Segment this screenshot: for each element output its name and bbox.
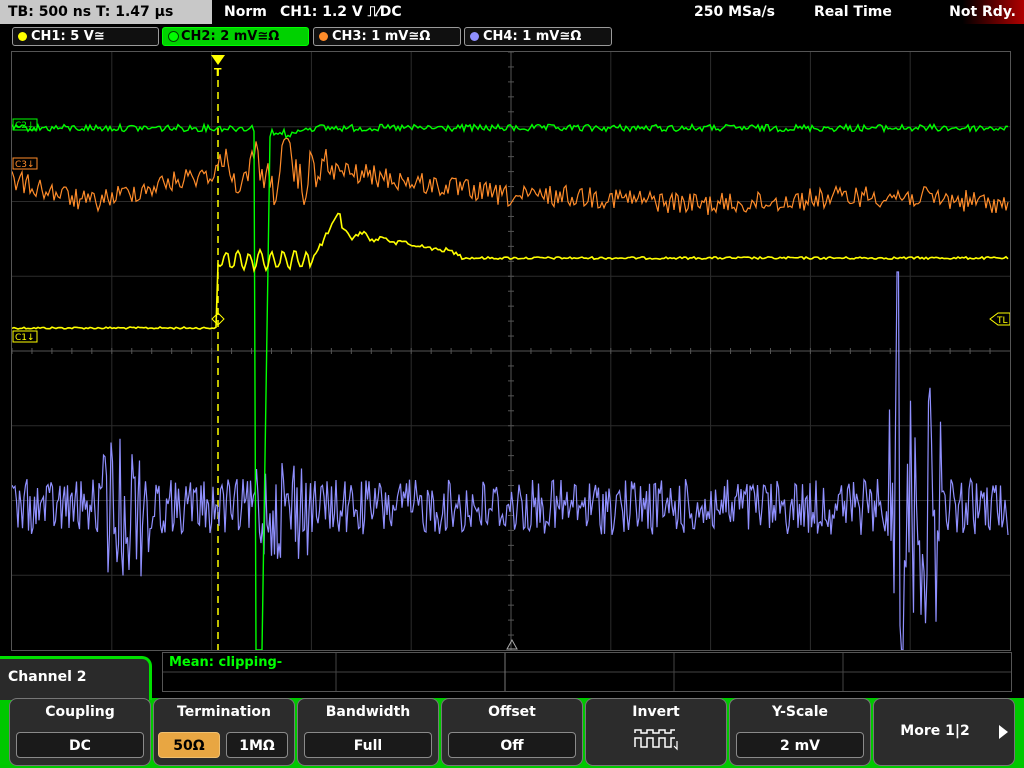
ch1-ref-label: C1↓ (15, 333, 35, 343)
more-label: More 1|2 (900, 723, 970, 739)
waveform-canvas: T C2↓ C3↓ C1↓ TL (12, 52, 1010, 650)
termination-title: Termination (177, 704, 271, 720)
tab-ch2-label: CH2: 2 mV≅Ω (181, 29, 280, 44)
yscale-title: Y-Scale (771, 704, 828, 720)
waveform-display[interactable]: T C2↓ C3↓ C1↓ TL (11, 51, 1011, 651)
ch2-color-dot (168, 31, 179, 42)
termination-1mohm-option[interactable]: 1MΩ (226, 732, 288, 758)
timebase-readout[interactable]: TB: 500 ns T: 1.47 µs (0, 0, 212, 24)
yscale-value[interactable]: 2 mV (736, 732, 864, 758)
ch1-color-dot (18, 32, 27, 41)
yscale-softkey[interactable]: Y-Scale 2 mV (729, 698, 871, 766)
tab-ch4-label: CH4: 1 mV≅Ω (483, 29, 582, 44)
offset-value[interactable]: Off (448, 732, 576, 758)
menu-title: Channel 2 (0, 656, 152, 700)
ch4-trace (12, 271, 1009, 650)
tab-ch1[interactable]: CH1: 5 V≅ (12, 27, 159, 46)
ch1-trace (12, 212, 1009, 330)
offset-title: Offset (488, 704, 536, 720)
measurement-result[interactable]: Mean: clipping- (169, 655, 282, 670)
invert-title: Invert (632, 704, 680, 720)
coupling-title: Coupling (45, 704, 115, 720)
trigger-marker[interactable] (211, 55, 225, 65)
termination-50ohm-option[interactable]: 50Ω (158, 732, 220, 758)
arrow-right-icon (999, 725, 1008, 739)
ch4-color-dot (470, 32, 479, 41)
sample-rate: 250 MSa/s (694, 4, 776, 20)
bandwidth-value[interactable]: Full (304, 732, 432, 758)
trigger-level-label: TL (996, 316, 1008, 326)
trigger-info[interactable]: CH1: 1.2 V ⎍⁄DC (280, 0, 402, 24)
tab-ch3-label: CH3: 1 mV≅Ω (332, 29, 431, 44)
trigger-mode[interactable]: Norm (224, 0, 267, 24)
coupling-softkey[interactable]: Coupling DC (9, 698, 151, 766)
ch3-ref-label: C3↓ (15, 160, 35, 170)
bandwidth-softkey[interactable]: Bandwidth Full (297, 698, 439, 766)
ch2-trace (12, 122, 1009, 650)
offset-softkey[interactable]: Offset Off (441, 698, 583, 766)
square-wave-invert-icon (634, 729, 678, 751)
bandwidth-title: Bandwidth (325, 704, 411, 720)
center-marker (506, 638, 518, 650)
termination-softkey[interactable]: Termination 50Ω 1MΩ (153, 698, 295, 766)
trigger-marker-label: T (214, 66, 222, 79)
measurement-panel: Mean: clipping- (162, 652, 1012, 692)
more-softkey[interactable]: More 1|2 (873, 698, 1015, 766)
tab-ch1-label: CH1: 5 V≅ (31, 29, 105, 44)
graticule (12, 52, 1010, 650)
tab-ch4[interactable]: CH4: 1 mV≅Ω (464, 27, 612, 46)
ch2-ref-label: C2↓ (15, 121, 35, 131)
tab-ch3[interactable]: CH3: 1 mV≅Ω (313, 27, 461, 46)
menu-title-text: Channel 2 (8, 669, 87, 685)
ch3-trace (12, 137, 1009, 215)
invert-softkey[interactable]: Invert (585, 698, 727, 766)
measurement-grid (163, 653, 1011, 691)
tab-ch2[interactable]: CH2: 2 mV≅Ω (162, 27, 309, 46)
ready-status: Not Rdy. (936, 0, 1024, 24)
ch3-color-dot (319, 32, 328, 41)
coupling-value[interactable]: DC (16, 732, 144, 758)
acquisition-mode[interactable]: Real Time (814, 0, 892, 24)
